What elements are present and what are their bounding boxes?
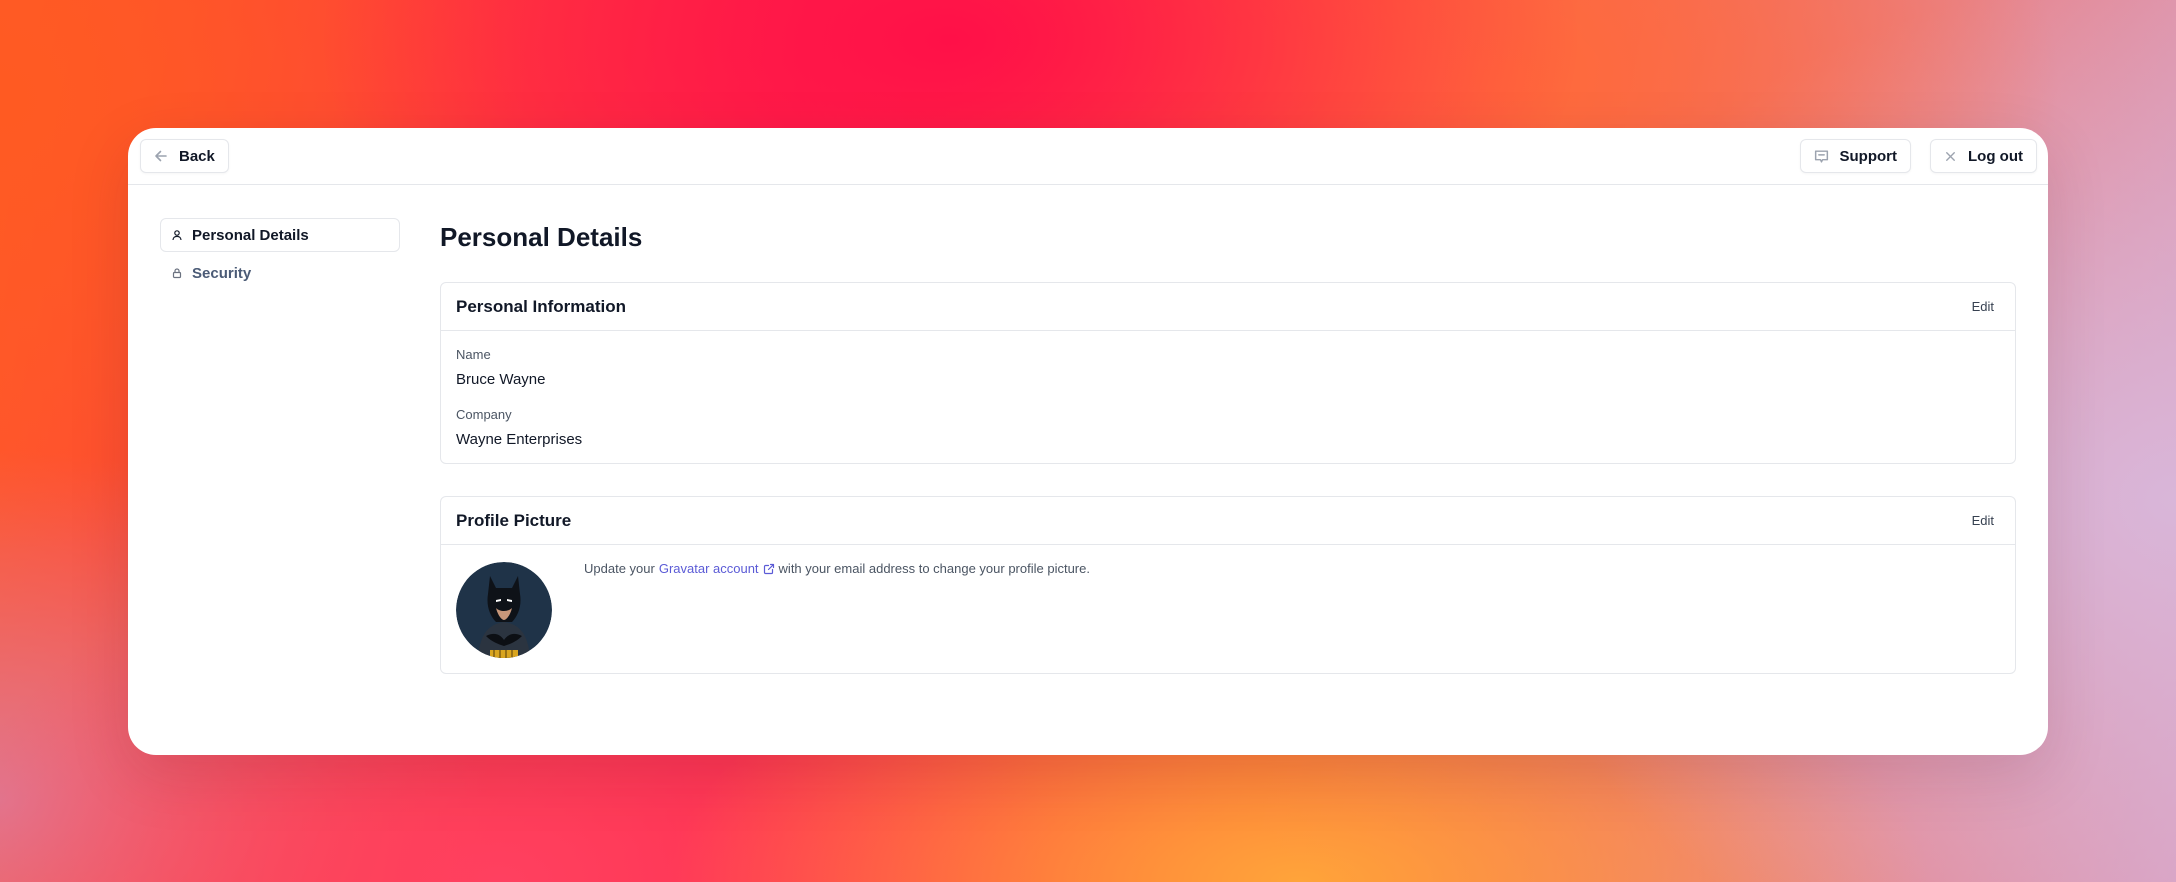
sidebar-item-personal-details[interactable]: Personal Details bbox=[160, 218, 400, 252]
gravatar-link[interactable]: Gravatar account bbox=[659, 561, 759, 576]
user-icon bbox=[172, 230, 182, 241]
field-value: Bruce Wayne bbox=[456, 371, 546, 388]
card-title: Profile Picture bbox=[456, 510, 572, 530]
personal-information-card: Personal Information Edit Name Bruce Way… bbox=[440, 282, 2016, 464]
main-content: Personal Details Personal Information Ed… bbox=[440, 218, 2016, 674]
profile-picture-instructions: Update your Gravatar account with your e… bbox=[584, 561, 1090, 576]
card-body: Name Bruce Wayne Company Wayne Enterpris… bbox=[441, 331, 2015, 453]
instructions-text-before: Update your bbox=[584, 561, 655, 576]
sidebar: Personal Details Security bbox=[160, 218, 400, 290]
close-icon bbox=[1946, 151, 1955, 161]
name-field: Name Bruce Wayne bbox=[456, 347, 2000, 393]
external-link-icon[interactable] bbox=[763, 563, 775, 575]
instructions-text-after: with your email address to change your p… bbox=[778, 561, 1090, 576]
chat-icon bbox=[1814, 149, 1828, 163]
support-button[interactable]: Support bbox=[1799, 139, 1911, 173]
logout-label: Log out bbox=[1968, 147, 2023, 165]
lock-icon bbox=[172, 268, 182, 279]
support-label: Support bbox=[1839, 147, 1898, 165]
avatar bbox=[456, 562, 552, 658]
card-header: Personal Information Edit bbox=[441, 283, 2015, 331]
field-value: Wayne Enterprises bbox=[456, 431, 583, 448]
card-header: Profile Picture Edit bbox=[441, 497, 2015, 545]
sidebar-item-label: Personal Details bbox=[192, 226, 309, 244]
back-button[interactable]: Back bbox=[140, 139, 229, 173]
account-window: Back Support Log out Personal Details Se… bbox=[128, 128, 2048, 755]
field-label: Name bbox=[456, 347, 491, 362]
profile-picture-card: Profile Picture Edit Update your Gravata… bbox=[440, 496, 2016, 674]
company-field: Company Wayne Enterprises bbox=[456, 407, 2000, 453]
page-title: Personal Details bbox=[440, 222, 643, 252]
arrow-left-icon bbox=[155, 150, 167, 162]
edit-personal-info-button[interactable]: Edit bbox=[1966, 295, 2000, 318]
sidebar-item-label: Security bbox=[192, 264, 252, 282]
back-label: Back bbox=[179, 147, 215, 165]
sidebar-item-security[interactable]: Security bbox=[160, 256, 400, 290]
field-label: Company bbox=[456, 407, 512, 422]
batman-avatar-icon bbox=[456, 562, 552, 658]
edit-profile-picture-button[interactable]: Edit bbox=[1966, 509, 2000, 532]
card-title: Personal Information bbox=[456, 296, 627, 316]
logout-button[interactable]: Log out bbox=[1930, 139, 2037, 173]
top-bar: Back Support Log out bbox=[128, 128, 2048, 185]
